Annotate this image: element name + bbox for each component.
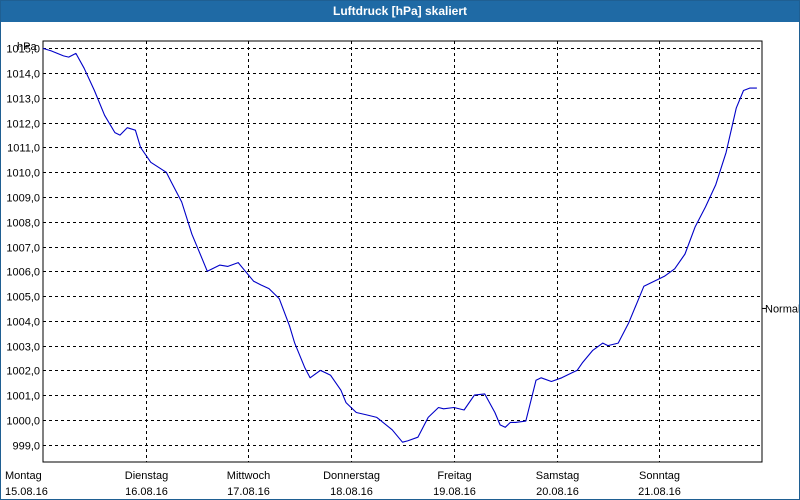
x-tick-date-label: 20.08.16 (536, 486, 579, 498)
x-tick-day-label: Freitag (437, 470, 471, 482)
y-tick-label: 1010,0 (6, 168, 40, 180)
x-tick-date-label: 19.08.16 (433, 486, 476, 498)
chart-window: Luftdruck [hPa] skaliert hPa 999,0 1000,0… (0, 0, 800, 500)
y-tick-label: 1004,0 (6, 317, 40, 329)
y-tick-label: 999,0 (12, 441, 40, 453)
y-tick-label: 1005,0 (6, 292, 40, 304)
y-tick-label: 1006,0 (6, 267, 40, 279)
x-tick-day-label: Montag (5, 470, 42, 482)
y-tick-label: 1002,0 (6, 366, 40, 378)
x-tick-day-label: Donnerstag (323, 470, 380, 482)
y-tick-label: 1015,0 (6, 44, 40, 56)
y-tick-label: 1009,0 (6, 193, 40, 205)
y-tick-label: 1001,0 (6, 391, 40, 403)
reference-label: Normal (765, 303, 799, 315)
y-tick-label: 1014,0 (6, 69, 40, 81)
y-tick-label: 1000,0 (6, 416, 40, 428)
y-tick-label: 1003,0 (6, 342, 40, 354)
y-tick-label: 1007,0 (6, 243, 40, 255)
x-tick-date-label: 21.08.16 (638, 486, 681, 498)
y-tick-label: 1013,0 (6, 94, 40, 106)
y-tick-label: 1008,0 (6, 218, 40, 230)
pressure-series-line (42, 47, 757, 443)
x-tick-date-label: 17.08.16 (227, 486, 270, 498)
x-tick-day-label: Mittwoch (227, 470, 270, 482)
x-tick-day-label: Dienstag (125, 470, 168, 482)
x-tick-date-label: 18.08.16 (330, 486, 373, 498)
x-tick-day-label: Samstag (536, 470, 579, 482)
y-tick-label: 1012,0 (6, 119, 40, 131)
x-tick-day-label: Sonntag (639, 470, 680, 482)
plot-frame (42, 40, 763, 463)
x-tick-date-label: 16.08.16 (125, 486, 168, 498)
x-tick-date-label: 15.08.16 (5, 486, 48, 498)
pressure-chart: hPa 999,01000,01001,01002,01003,01004,01… (5, 40, 799, 498)
window-title: Luftdruck [hPa] skaliert (1, 1, 799, 22)
y-tick-label: 1011,0 (7, 143, 40, 155)
